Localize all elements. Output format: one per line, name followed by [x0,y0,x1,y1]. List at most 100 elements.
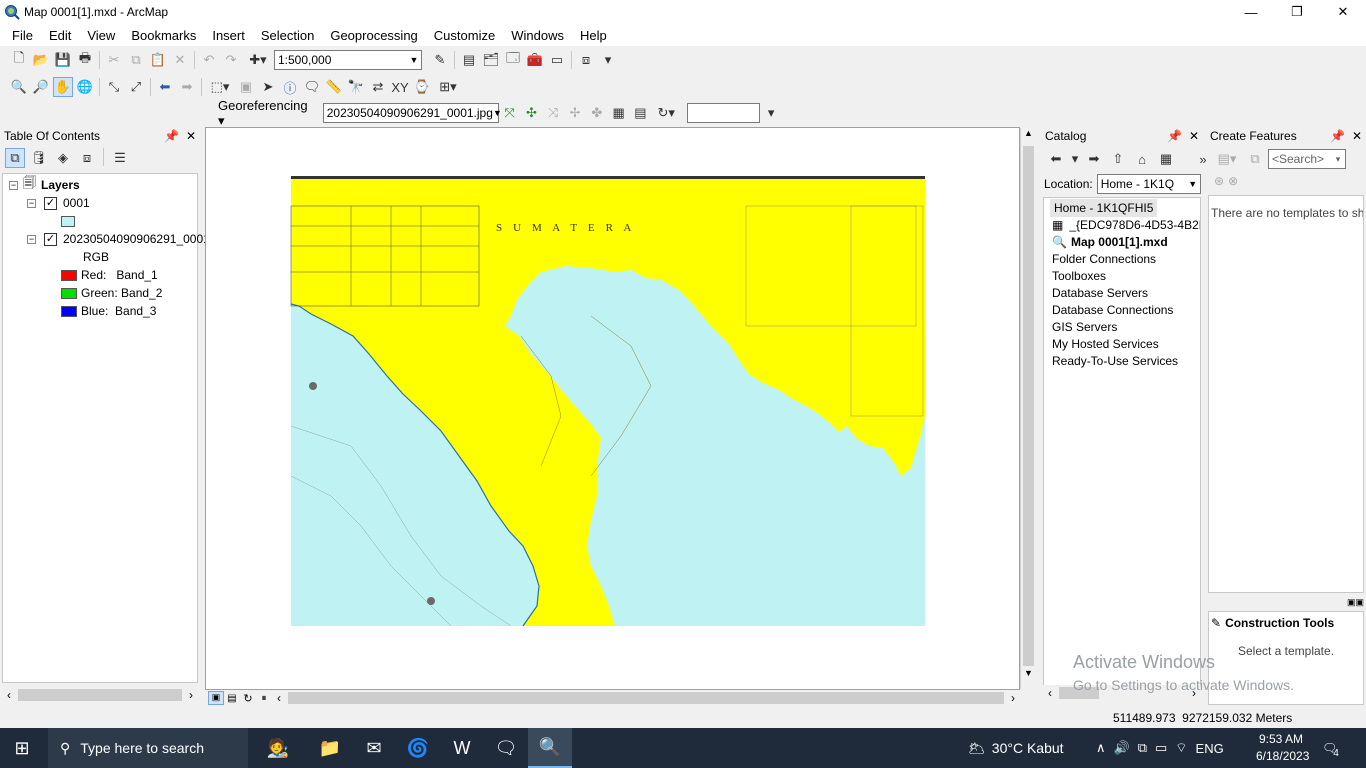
collapse-icon[interactable]: − [9,180,18,190]
weather-widget[interactable]: 🌥 30°C Kabut [968,728,1064,768]
list-by-source-icon[interactable]: 🛢 [29,148,49,168]
paste-icon[interactable]: 📋 [148,50,168,70]
network-icon[interactable]: ⧉ [1138,740,1147,756]
menu-insert[interactable]: Insert [204,28,253,43]
georeferencing-menu[interactable]: Georeferencing ▾ [212,98,323,129]
chevron-up-icon[interactable]: ∧ [1096,740,1106,756]
delete-link-icon[interactable]: ✤ [587,103,607,123]
organize-templates-icon[interactable]: ▤▾ [1213,149,1241,169]
green-band-swatch[interactable] [61,287,77,299]
tree-row-layers[interactable]: − 🗐 Layers [9,175,80,194]
menu-selection[interactable]: Selection [253,28,322,43]
pause-drawing-icon[interactable]: ⏸ [256,693,272,704]
georef-layer-select[interactable]: 20230504090906291_0001.jpg ▼ [322,103,502,123]
georef-input-field[interactable] [687,103,761,123]
tree-row-layer-0001[interactable]: − ✓ 0001 [27,194,90,212]
windows-start-icon[interactable]: ⊞ [0,728,44,768]
copy-icon[interactable]: ⧉ [126,50,146,70]
add-data-icon[interactable]: ✚▾ [243,50,273,70]
minimize-button[interactable]: — [1228,0,1274,24]
rotate-icon[interactable]: ⤧ [500,103,520,123]
back-dropdown-icon[interactable]: ▾ [1070,149,1080,169]
catalog-window-icon[interactable]: 🗂 [481,50,501,70]
arcmap-taskbar-icon[interactable]: 🔍 [528,728,572,768]
shift-icon[interactable]: ✣ [522,103,542,123]
fixed-zoom-out-icon[interactable]: ⤢ [126,77,146,97]
menu-windows[interactable]: Windows [503,28,572,43]
collapse-icon[interactable]: − [27,234,36,244]
band-row-blue[interactable]: Blue: Band_3 [61,302,156,320]
model-builder-icon[interactable]: ⧈ [576,50,596,70]
viewer-icon[interactable]: ▤ [631,103,651,123]
menu-view[interactable]: View [79,28,123,43]
undo-icon[interactable]: ↶ [199,50,219,70]
toc-options-icon[interactable]: ☰ [110,148,130,168]
scroll-up-icon[interactable]: ▲ [1021,128,1036,144]
catalog-item-home[interactable]: Home - 1K1QFHI5 [1050,199,1158,217]
red-band-swatch[interactable] [61,269,77,281]
map-scale-select[interactable]: 1:500,000 ▼ [274,50,422,70]
save-icon[interactable]: 💾 [53,50,73,70]
toolbar-options-icon[interactable]: ▾ [761,103,781,123]
new-document-icon[interactable]: 🗋 [9,50,29,70]
toggle-contents-icon[interactable]: ▦ [1156,149,1176,169]
layout-view-icon[interactable]: ▤ [224,693,240,704]
list-by-selection-icon[interactable]: ⧈ [77,148,97,168]
catalog-item-mxd[interactable]: 🔍 Map 0001[1].mxd [1052,233,1168,251]
close-icon[interactable]: ✕ [1352,129,1362,143]
map-vertical-scrollbar[interactable]: ▲ ▼ [1020,128,1036,689]
scroll-thumb[interactable] [288,692,1004,704]
catalog-item-gis-servers[interactable]: GIS Servers [1052,318,1117,336]
close-icon[interactable]: ✕ [186,129,196,143]
pan-icon[interactable]: ✋ [53,77,73,97]
print-icon[interactable]: 🖶 [75,50,95,70]
menu-geoprocessing[interactable]: Geoprocessing [322,28,425,43]
pin-icon[interactable]: 📌 [1167,129,1182,143]
select-elements-icon[interactable]: ➤ [258,77,278,97]
back-icon[interactable]: ⬅ [1046,149,1066,169]
table-of-contents-icon[interactable]: ▤ [459,50,479,70]
scroll-left-icon[interactable]: ‹ [1043,686,1057,700]
word-icon[interactable]: W [440,728,484,768]
find-icon[interactable]: 🔭 [346,77,366,97]
time-slider-icon[interactable]: ⌚ [412,77,432,97]
layer-symbol-swatch[interactable] [61,215,75,227]
layer-visibility-checkbox[interactable]: ✓ [44,232,57,246]
html-popup-icon[interactable]: 🗨 [302,77,322,97]
scroll-left-icon[interactable]: ‹ [2,688,16,702]
measure-icon[interactable]: 📏 [324,77,344,97]
editor-toolbar-icon[interactable]: ✎ [430,50,450,70]
pin-icon[interactable]: 📌 [1330,129,1345,143]
refresh-icon[interactable]: ↻ [240,692,256,705]
menu-customize[interactable]: Customize [426,28,503,43]
catalog-item-hosted-services[interactable]: My Hosted Services [1052,335,1159,353]
close-icon[interactable]: ✕ [1189,129,1199,143]
scroll-thumb[interactable] [18,689,182,701]
scroll-right-icon[interactable]: › [1006,691,1020,705]
scroll-right-icon[interactable]: › [184,688,198,702]
template-properties-icon[interactable]: ⧉ [1245,149,1265,169]
menu-file[interactable]: File [4,28,41,43]
catalog-item-ready-to-use[interactable]: Ready-To-Use Services [1052,352,1178,370]
list-by-visibility-icon[interactable]: ◈ [53,148,73,168]
volume-icon[interactable]: 🔊 [1114,740,1130,756]
scale-icon[interactable]: ⤨ [543,103,563,123]
language-indicator[interactable]: ENG [1196,741,1224,756]
blue-band-swatch[interactable] [61,305,77,317]
view-link-table-icon[interactable]: ▦ [609,103,629,123]
menu-help[interactable]: Help [572,28,615,43]
auto-adjust-icon[interactable]: ↻▾ [652,103,680,123]
list-by-drawing-order-icon[interactable]: ⧉ [5,148,25,168]
search-highlight-icon[interactable]: 🧑‍🎨 [248,728,308,768]
cut-icon[interactable]: ✂ [104,50,124,70]
battery-icon[interactable]: ▭ [1155,740,1167,756]
search-window-icon[interactable]: 🗔 [503,50,523,70]
go-to-xy-icon[interactable]: XY [390,77,410,97]
catalog-item-database-servers[interactable]: Database Servers [1052,284,1148,302]
arctoolbox-icon[interactable]: 🧰 [525,50,545,70]
data-view-icon[interactable]: ▣ [208,691,224,705]
scroll-thumb[interactable] [1023,146,1034,666]
layer-visibility-checkbox[interactable]: ✓ [44,196,57,210]
select-features-icon[interactable]: ⬚▾ [206,77,234,97]
tree-row-layer-symbol[interactable] [61,212,75,230]
